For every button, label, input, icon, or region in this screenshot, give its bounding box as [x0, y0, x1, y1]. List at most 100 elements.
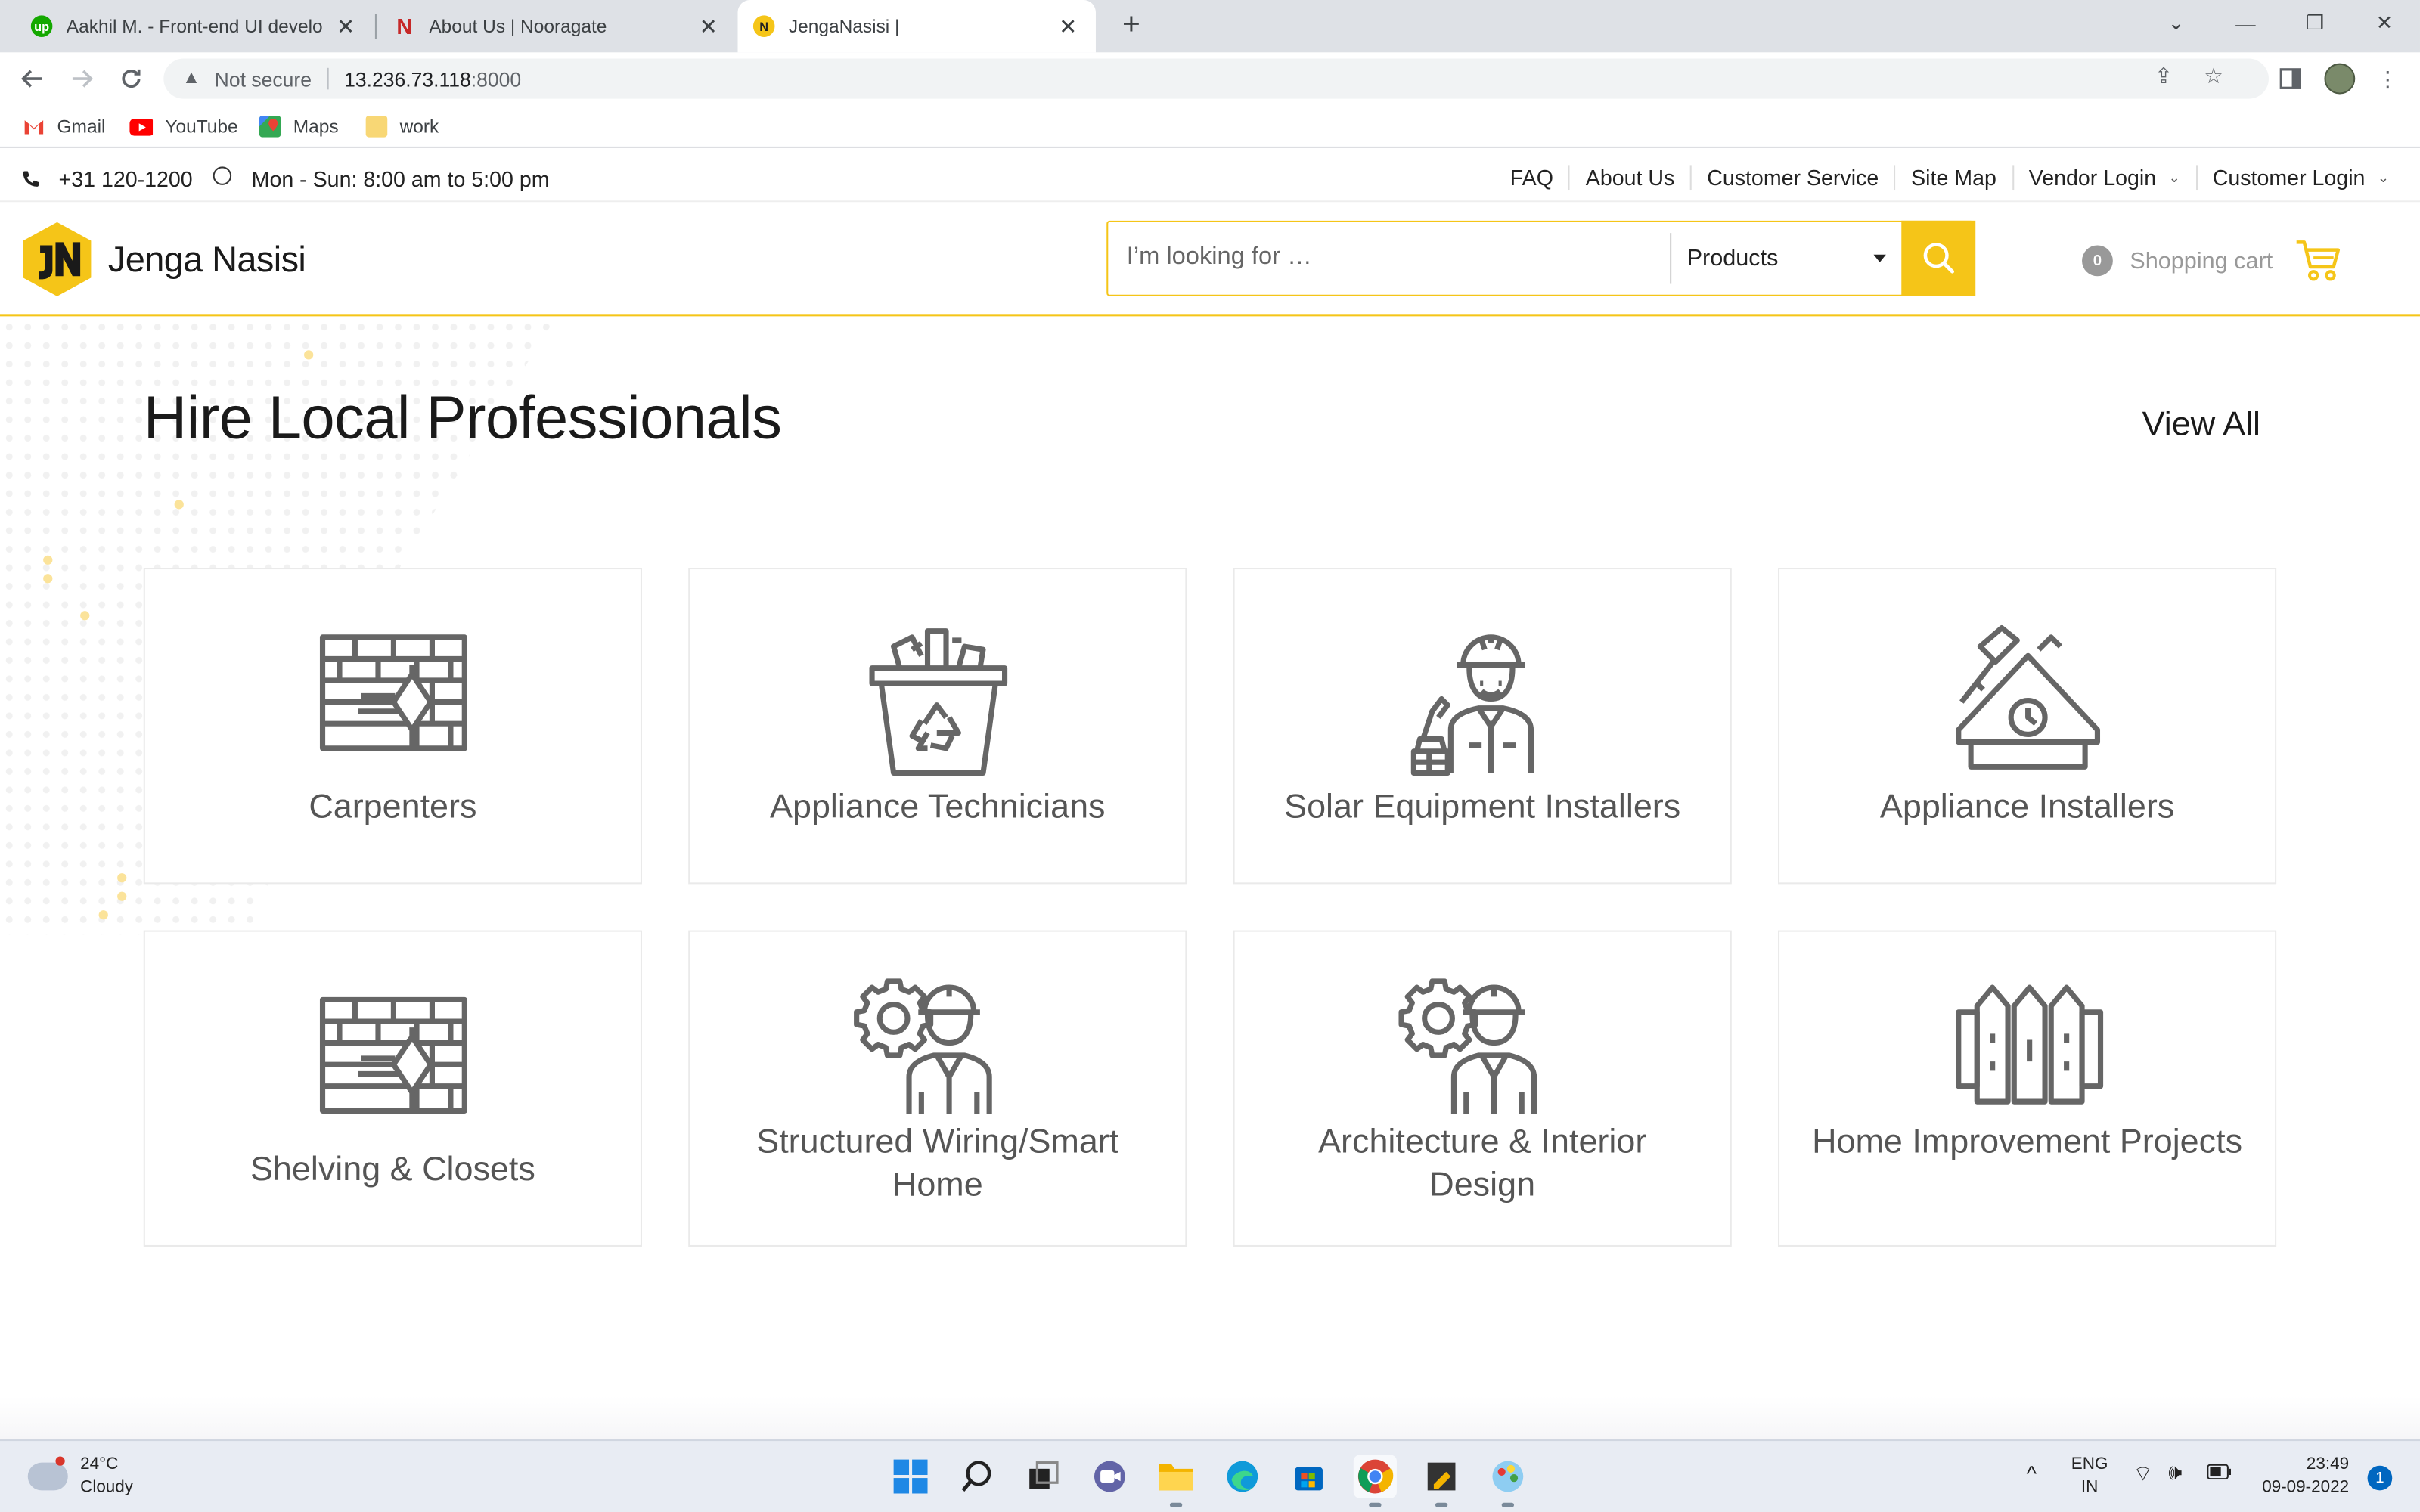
browser-toolbar: ▲ Not secure 13.236.73.118:8000 ⇪ ☆ ⋮ [0, 52, 2420, 105]
notification-badge[interactable]: 1 [2367, 1465, 2393, 1491]
recycle-bin-icon [868, 628, 1007, 776]
browser-tab-strip: up Aakhil M. - Front-end UI develop ✕ N … [0, 0, 2420, 53]
browser-tab-jenganasisi[interactable]: N JengaNasisi | ✕ [737, 0, 1096, 53]
forward-arrow-icon[interactable] [64, 60, 101, 98]
construction-worker-icon [1410, 634, 1534, 776]
clock-icon [213, 166, 232, 185]
category-card-home-improvement-projects[interactable]: Home Improvement Projects [1778, 930, 2277, 1247]
jenga-nasisi-logo-icon [23, 222, 92, 296]
bookmark-folder-work[interactable]: work [365, 114, 439, 139]
chrome-menu-icon[interactable]: ⋮ [2369, 60, 2406, 98]
share-icon[interactable]: ⇪ [2155, 64, 2173, 90]
category-card-carpenters[interactable]: Carpenters [143, 568, 642, 885]
wifi-icon[interactable]: ⌔ [2133, 1462, 2153, 1486]
battery-icon[interactable] [2207, 1464, 2232, 1488]
jenga-nasisi-icon: N [752, 15, 775, 37]
phone-contact[interactable]: +31 120-1200 [22, 166, 193, 191]
cloudy-weather-icon [27, 1456, 68, 1491]
search-icon[interactable] [955, 1455, 998, 1498]
site-topbar: +31 120-1200 Mon - Sun: 8:00 am to 5:00 … [0, 156, 2420, 203]
search-icon [1922, 243, 1954, 274]
faq-link[interactable]: FAQ [1494, 165, 1568, 190]
category-card-architecture-interior-design[interactable]: Architecture & Interior Design [1233, 930, 1732, 1247]
address-bar[interactable]: ▲ Not secure 13.236.73.118:8000 ⇪ ☆ [163, 58, 2269, 99]
security-label[interactable]: Not secure [215, 68, 312, 91]
fence-icon [1955, 984, 2103, 1105]
topbar-links: FAQ About Us Customer Service Site Map V… [1494, 165, 2404, 191]
chevron-down-icon: ⌄ [2168, 169, 2180, 184]
search-input[interactable] [1108, 222, 1671, 293]
volume-icon[interactable]: 🕪 [2168, 1461, 2182, 1485]
category-card-appliance-installers[interactable]: Appliance Installers [1778, 568, 2277, 885]
bookmark-maps[interactable]: Maps [259, 114, 339, 139]
browser-tab-nooragate[interactable]: N About Us | Nooragate ✕ [378, 0, 736, 52]
sticky-notes-icon[interactable] [1420, 1455, 1463, 1507]
customer-service-link[interactable]: Customer Service [1689, 165, 1894, 191]
close-window-button[interactable]: ✕ [2349, 0, 2420, 46]
restore-button[interactable]: ❐ [2279, 0, 2350, 46]
cart-icon [2295, 240, 2340, 281]
back-arrow-icon[interactable] [14, 60, 51, 98]
bookmarks-bar: Gmail YouTube Maps work [0, 104, 2420, 148]
customer-login-dropdown[interactable]: Customer Login ⌄ [2195, 165, 2404, 191]
bookmark-youtube[interactable]: YouTube [128, 114, 238, 139]
minimize-button[interactable]: — [2210, 0, 2281, 46]
caret-down-icon [1873, 254, 1886, 262]
chevron-down-icon: ⌄ [2377, 169, 2390, 184]
maps-icon [259, 116, 281, 138]
close-tab-icon[interactable]: ✕ [334, 13, 358, 39]
vendor-login-dropdown[interactable]: Vendor Login ⌄ [2012, 165, 2195, 191]
search-bar: Products [1106, 219, 1975, 296]
reload-icon[interactable] [113, 60, 150, 98]
close-tab-icon[interactable]: ✕ [696, 13, 721, 39]
gmail-icon [24, 120, 44, 135]
upwork-icon: up [30, 15, 53, 37]
browser-tab-upwork[interactable]: up Aakhil M. - Front-end UI develop ✕ [15, 0, 373, 52]
show-hidden-icons-chevron[interactable]: ^ [2027, 1462, 2037, 1486]
house-hammer-icon [1955, 625, 2099, 770]
site-logo[interactable]: Jenga Nasisi [22, 221, 306, 298]
category-card-shelving-closets[interactable]: Shelving & Closets [143, 930, 642, 1247]
folder-icon [365, 116, 388, 138]
search-category-select[interactable]: Products [1670, 233, 1901, 284]
site-map-link[interactable]: Site Map [1894, 165, 2012, 191]
new-tab-button[interactable]: + [1118, 6, 1146, 43]
category-card-structured-wiring-smart-home[interactable]: Structured Wiring/Smart Home [688, 930, 1187, 1247]
paint-app-icon[interactable] [1486, 1455, 1529, 1507]
cart-count-badge: 0 [2082, 245, 2113, 277]
section-title: Hire Local Professionals [143, 386, 782, 452]
engineer-gear-icon [853, 978, 991, 1114]
profile-avatar[interactable] [2324, 63, 2356, 94]
brick-wall-trowel-icon [318, 996, 467, 1114]
windows-taskbar: 24°C Cloudy ^ ENG IN ⌔ 🕪 23:49 09-09-202… [0, 1439, 2420, 1512]
file-explorer-icon[interactable] [1155, 1455, 1198, 1507]
microsoft-store-icon[interactable] [1287, 1455, 1330, 1498]
windows-start-icon[interactable] [889, 1455, 932, 1498]
category-card-solar-equipment-installers[interactable]: Solar Equipment Installers [1233, 568, 1732, 885]
site-header: Jenga Nasisi Products 0 Shopping cart [0, 202, 2420, 317]
youtube-icon [129, 119, 154, 136]
close-tab-icon[interactable]: ✕ [1056, 13, 1081, 39]
chrome-icon[interactable] [1353, 1455, 1397, 1507]
warning-triangle-icon: ▲ [182, 66, 201, 88]
chat-icon[interactable] [1088, 1455, 1131, 1498]
tab-search-chevron-icon[interactable]: ⌄ [2141, 0, 2212, 46]
language-indicator[interactable]: ENG IN [2071, 1453, 2108, 1499]
category-card-appliance-technicians[interactable]: Appliance Technicians [688, 568, 1187, 885]
phone-icon [23, 171, 39, 187]
shopping-cart[interactable]: 0 Shopping cart [2082, 239, 2341, 282]
brick-wall-trowel-icon [318, 634, 467, 751]
about-us-link[interactable]: About Us [1568, 165, 1689, 191]
edge-browser-icon[interactable] [1221, 1455, 1264, 1498]
clock[interactable]: 23:49 09-09-2022 [2250, 1453, 2349, 1499]
task-view-icon[interactable] [1022, 1455, 1065, 1498]
bookmark-star-icon[interactable]: ☆ [2204, 64, 2223, 90]
view-all-link[interactable]: View All [2142, 404, 2260, 445]
search-button[interactable] [1900, 219, 1975, 296]
url-text[interactable]: 13.236.73.118:8000 [344, 68, 521, 91]
bookmark-gmail[interactable]: Gmail [23, 114, 106, 139]
side-panel-icon[interactable] [2272, 60, 2309, 98]
weather-widget[interactable]: 24°C Cloudy [27, 1453, 133, 1499]
nooragate-icon: N [396, 14, 413, 39]
engineer-gear-icon [1398, 978, 1537, 1114]
